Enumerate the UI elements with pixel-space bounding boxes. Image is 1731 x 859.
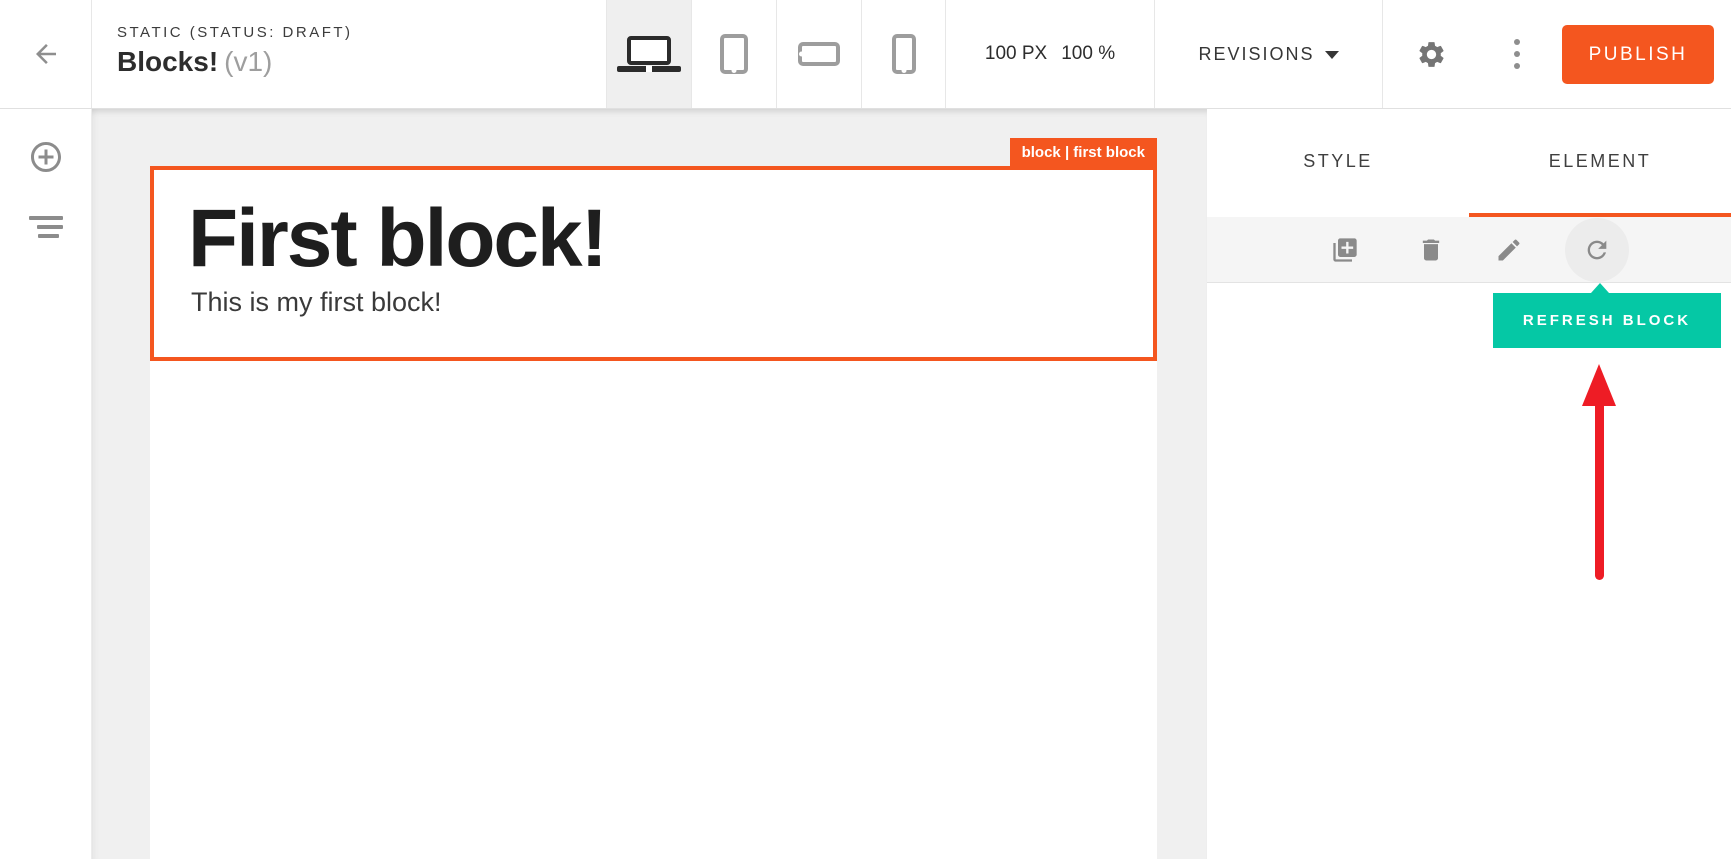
block-heading: First block! [188, 196, 1153, 281]
left-sidebar [0, 109, 92, 859]
element-toolbar [1207, 217, 1731, 283]
viewport-size-readout: 100 PX 100 % [946, 0, 1154, 108]
block-list-button[interactable] [0, 192, 92, 262]
selected-block[interactable]: First block! This is my first block! [150, 166, 1157, 361]
refresh-block-tooltip: REFRESH BLOCK [1493, 293, 1721, 348]
more-options-button[interactable] [1489, 0, 1545, 108]
page-version: (v1) [224, 46, 272, 77]
tablet-icon [720, 34, 748, 74]
revisions-label: REVISIONS [1198, 44, 1314, 65]
delete-block-icon [1417, 236, 1445, 264]
duplicate-block-icon [1331, 236, 1359, 264]
block-list-icon [29, 216, 63, 238]
device-preview-toolbar [606, 0, 946, 108]
back-button[interactable] [0, 0, 92, 108]
gear-icon [1416, 39, 1447, 70]
device-tablet-button[interactable] [691, 0, 776, 108]
device-desktop-button[interactable] [606, 0, 691, 108]
arrow-shaft [1595, 404, 1604, 580]
phone-icon [892, 34, 916, 74]
publish-button[interactable]: PUBLISH [1562, 25, 1714, 84]
document-title-group: STATIC (STATUS: DRAFT) Blocks!(v1) [117, 24, 353, 78]
arrow-head [1582, 364, 1616, 406]
kebab-menu-icon [1514, 39, 1520, 45]
refresh-block-button[interactable] [1565, 217, 1629, 283]
selected-block-tag: block | first block [1010, 138, 1157, 166]
delete-block-button[interactable] [1399, 217, 1463, 283]
edit-block-icon [1495, 236, 1523, 264]
viewport-zoom-value: 100 % [1061, 43, 1115, 65]
chevron-down-icon [1325, 51, 1339, 59]
right-panel: STYLE ELEMENT REFRESH BLOCK [1207, 109, 1731, 859]
page-title-text: Blocks! [117, 46, 218, 77]
device-phone-landscape-button[interactable] [776, 0, 861, 108]
add-block-button[interactable] [0, 122, 92, 192]
panel-tabs: STYLE ELEMENT [1207, 109, 1731, 217]
page-title: Blocks!(v1) [117, 46, 353, 78]
app-root: STATIC (STATUS: DRAFT) Blocks!(v1) 100 P… [0, 0, 1731, 859]
page-surface[interactable]: First block! This is my first block! [150, 166, 1157, 859]
back-arrow-icon [31, 39, 61, 69]
editor-canvas: block | first block First block! This is… [92, 109, 1207, 859]
annotation-arrow-up [1582, 364, 1616, 580]
refresh-block-icon [1583, 236, 1611, 264]
viewport-width-value: 100 PX [985, 43, 1047, 65]
status-label: STATIC (STATUS: DRAFT) [117, 24, 353, 41]
block-subtitle: This is my first block! [191, 287, 1153, 318]
laptop-icon [617, 36, 681, 72]
tab-element[interactable]: ELEMENT [1469, 109, 1731, 217]
add-circle-icon [28, 139, 64, 175]
top-bar: STATIC (STATUS: DRAFT) Blocks!(v1) 100 P… [0, 0, 1731, 109]
revisions-dropdown[interactable]: REVISIONS [1154, 0, 1383, 108]
settings-button[interactable] [1401, 0, 1461, 108]
device-phone-button[interactable] [861, 0, 946, 108]
tab-style[interactable]: STYLE [1207, 109, 1469, 217]
edit-block-button[interactable] [1477, 217, 1541, 283]
phone-landscape-icon [798, 42, 840, 66]
duplicate-block-button[interactable] [1313, 217, 1377, 283]
